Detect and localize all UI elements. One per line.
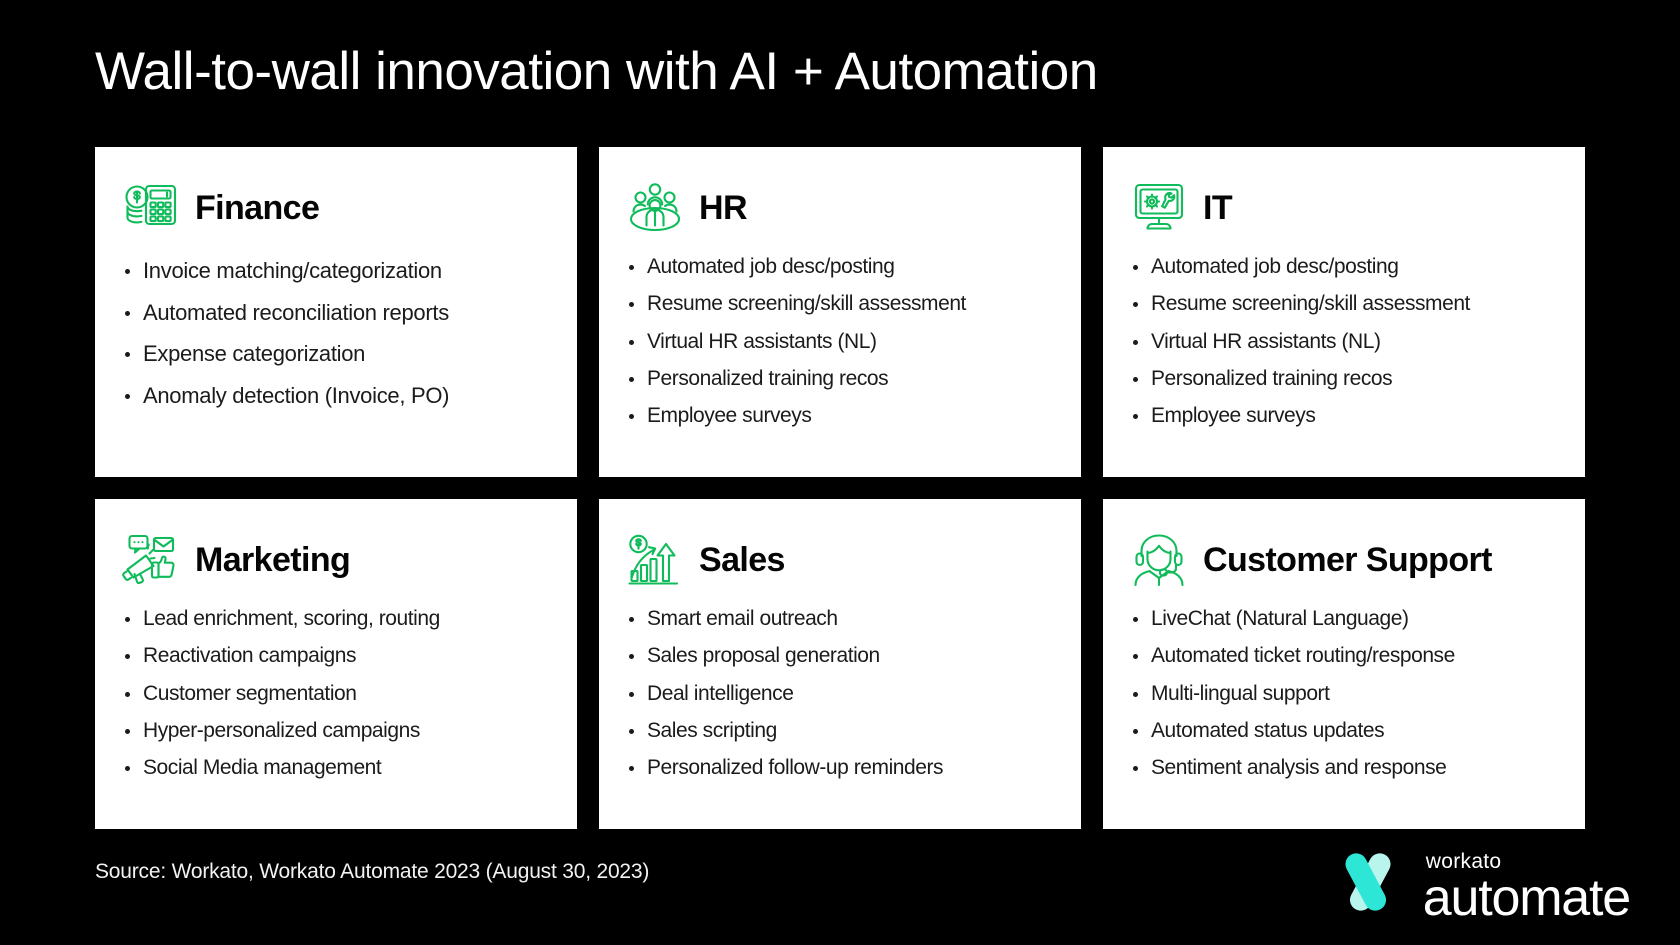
list-item: Customer segmentation — [121, 680, 551, 707]
customer-support-headset-icon — [1129, 531, 1189, 589]
logo-wordmark: workato automate — [1422, 851, 1631, 927]
card-list-sales: Smart email outreach Sales proposal gene… — [625, 605, 1055, 791]
list-item: Expense categorization — [121, 340, 551, 369]
card-title-sales: Sales — [699, 540, 785, 579]
card-sales[interactable]: Sales Smart email outreach Sales proposa… — [599, 499, 1081, 829]
sales-growth-chart-icon — [625, 531, 685, 589]
list-item: Employee surveys — [625, 402, 1055, 429]
list-item: Personalized training recos — [625, 365, 1055, 392]
source-attribution: Source: Workato, Workato Automate 2023 (… — [95, 860, 650, 883]
card-title-hr: HR — [699, 188, 748, 227]
slide-root: Wall-to-wall innovation with AI + Automa… — [0, 0, 1680, 945]
workato-a-mark-icon — [1329, 845, 1407, 923]
list-item: Personalized follow-up reminders — [625, 754, 1055, 781]
list-item: Smart email outreach — [625, 605, 1055, 632]
list-item: Virtual HR assistants (NL) — [625, 328, 1055, 355]
list-item: Sales scripting — [625, 717, 1055, 744]
list-item: LiveChat (Natural Language) — [1129, 605, 1559, 632]
card-marketing[interactable]: Marketing Lead enrichment, scoring, rout… — [95, 499, 577, 829]
page-title: Wall-to-wall innovation with AI + Automa… — [95, 42, 1098, 101]
list-item: Automated job desc/posting — [1129, 253, 1559, 280]
list-item: Invoice matching/categorization — [121, 257, 551, 286]
card-title-marketing: Marketing — [195, 540, 351, 579]
list-item: Lead enrichment, scoring, routing — [121, 605, 551, 632]
list-item: Reactivation campaigns — [121, 642, 551, 669]
card-header-it: IT — [1129, 177, 1559, 239]
card-finance[interactable]: Finance Invoice matching/categorization … — [95, 147, 577, 477]
card-list-it: Automated job desc/posting Resume screen… — [1129, 253, 1559, 439]
card-title-customer-support: Customer Support — [1203, 540, 1492, 579]
card-list-hr: Automated job desc/posting Resume screen… — [625, 253, 1055, 439]
list-item: Automated status updates — [1129, 717, 1559, 744]
card-hr[interactable]: HR Automated job desc/posting Resume scr… — [599, 147, 1081, 477]
finance-coins-calculator-icon — [121, 179, 181, 237]
workato-automate-logo: workato automate — [1329, 845, 1631, 927]
list-item: Sales proposal generation — [625, 642, 1055, 669]
list-item: Automated ticket routing/response — [1129, 642, 1559, 669]
list-item: Hyper-personalized campaigns — [121, 717, 551, 744]
list-item: Social Media management — [121, 754, 551, 781]
card-it[interactable]: IT Automated job desc/posting Resume scr… — [1103, 147, 1585, 477]
list-item: Automated job desc/posting — [625, 253, 1055, 280]
list-item: Resume screening/skill assessment — [625, 290, 1055, 317]
list-item: Personalized training recos — [1129, 365, 1559, 392]
card-list-customer-support: LiveChat (Natural Language) Automated ti… — [1129, 605, 1559, 791]
list-item: Automated reconciliation reports — [121, 299, 551, 328]
it-monitor-gear-wrench-icon — [1129, 179, 1189, 237]
card-list-marketing: Lead enrichment, scoring, routing Reacti… — [121, 605, 551, 791]
list-item: Resume screening/skill assessment — [1129, 290, 1559, 317]
list-item: Virtual HR assistants (NL) — [1129, 328, 1559, 355]
card-header-finance: Finance — [121, 177, 551, 239]
card-customer-support[interactable]: Customer Support LiveChat (Natural Langu… — [1103, 499, 1585, 829]
card-title-finance: Finance — [195, 188, 320, 227]
hr-people-group-icon — [625, 179, 685, 237]
card-title-it: IT — [1203, 188, 1233, 227]
list-item: Employee surveys — [1129, 402, 1559, 429]
department-card-grid: Finance Invoice matching/categorization … — [95, 147, 1585, 829]
card-header-hr: HR — [625, 177, 1055, 239]
card-header-sales: Sales — [625, 529, 1055, 591]
card-list-finance: Invoice matching/categorization Automate… — [121, 257, 551, 423]
marketing-megaphone-icon — [121, 531, 181, 589]
card-header-marketing: Marketing — [121, 529, 551, 591]
card-header-customer-support: Customer Support — [1129, 529, 1559, 591]
list-item: Anomaly detection (Invoice, PO) — [121, 382, 551, 411]
list-item: Sentiment analysis and response — [1129, 754, 1559, 781]
list-item: Multi-lingual support — [1129, 680, 1559, 707]
logo-product-text: automate — [1422, 868, 1631, 927]
list-item: Deal intelligence — [625, 680, 1055, 707]
